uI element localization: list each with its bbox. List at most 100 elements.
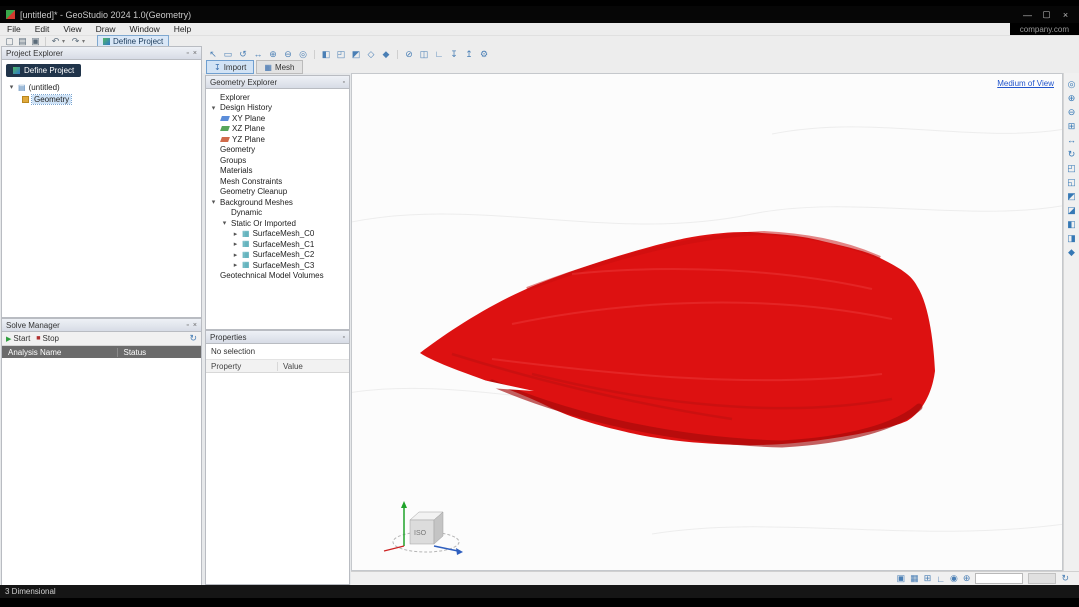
menu-window[interactable]: Window bbox=[122, 24, 166, 34]
zoom-in-icon[interactable]: ⊕ bbox=[266, 49, 280, 60]
undo-caret-icon[interactable]: ▾ bbox=[62, 38, 69, 45]
zoom-out-icon[interactable]: ⊖ bbox=[281, 49, 295, 60]
tree-item-background-meshes[interactable]: ▾ Background Meshes bbox=[206, 197, 349, 208]
separator bbox=[397, 50, 398, 59]
geometry-explorer-panel: Geometry Explorer ▫ Explorer ▾ Design Hi… bbox=[205, 75, 350, 330]
expander-icon[interactable]: ▾ bbox=[210, 104, 217, 112]
zoom-fit-icon[interactable]: ◎ bbox=[296, 49, 310, 60]
zoom-out-icon[interactable]: ⊖ bbox=[1068, 107, 1076, 117]
measure-icon[interactable]: ∟ bbox=[432, 49, 446, 59]
tree-item-geometry[interactable]: Geometry bbox=[8, 93, 201, 105]
menu-file[interactable]: File bbox=[0, 24, 28, 34]
tree-item-static-or-imported[interactable]: ▾ Static Or Imported bbox=[206, 218, 349, 229]
view-bottom-icon[interactable]: ◱ bbox=[1067, 177, 1076, 187]
section-icon[interactable]: ◫ bbox=[417, 49, 431, 60]
import-tab-icon: ↧ bbox=[214, 63, 221, 72]
view-front-icon[interactable]: ◧ bbox=[319, 49, 333, 60]
close-panel-icon[interactable]: × bbox=[193, 50, 197, 57]
view-left-icon[interactable]: ◩ bbox=[1067, 191, 1076, 201]
tree-item-design-history[interactable]: ▾ Design History bbox=[206, 103, 349, 114]
close-panel-icon[interactable]: × bbox=[193, 322, 197, 329]
tree-item-surfacemesh-c0[interactable]: ▸ ▦ SurfaceMesh_C0 bbox=[206, 229, 349, 240]
define-project-button[interactable]: Define Project bbox=[6, 64, 81, 77]
view-front-icon[interactable]: ◧ bbox=[1067, 219, 1076, 229]
tab-import[interactable]: ↧ Import bbox=[206, 60, 254, 74]
view-top-icon[interactable]: ◰ bbox=[1067, 163, 1076, 173]
viewport-3d[interactable]: Medium of View bbox=[351, 73, 1063, 571]
tree-item-surfacemesh-c1[interactable]: ▸ ▦ SurfaceMesh_C1 bbox=[206, 239, 349, 250]
zoom-in-icon[interactable]: ⊕ bbox=[1068, 93, 1076, 103]
expander-icon[interactable]: ▾ bbox=[8, 83, 15, 91]
surface-mesh-red[interactable] bbox=[420, 232, 935, 445]
tree-item-untitled[interactable]: ▾ ▤ (untitled) bbox=[8, 81, 201, 93]
start-button[interactable]: ▶ Start bbox=[6, 334, 30, 343]
rotate-icon[interactable]: ↻ bbox=[1068, 149, 1076, 159]
redo-caret-icon[interactable]: ▾ bbox=[82, 38, 89, 45]
maximize-button[interactable]: ▢ bbox=[1039, 9, 1054, 20]
pin-icon[interactable]: ▫ bbox=[186, 322, 188, 329]
wireframe-icon[interactable]: ◇ bbox=[364, 49, 378, 60]
pan-icon[interactable]: ↔ bbox=[1067, 135, 1076, 145]
tree-item-xy-plane[interactable]: XY Plane bbox=[206, 113, 349, 124]
menu-view[interactable]: View bbox=[56, 24, 88, 34]
zoom-window-icon[interactable]: ⊞ bbox=[1068, 121, 1076, 131]
axes-toggle-icon[interactable]: ∟ bbox=[936, 574, 945, 584]
units-field[interactable] bbox=[1028, 573, 1056, 584]
tree-item-xz-plane[interactable]: XZ Plane bbox=[206, 124, 349, 135]
expander-icon[interactable]: ▾ bbox=[210, 198, 217, 206]
menu-help[interactable]: Help bbox=[167, 24, 198, 34]
menu-edit[interactable]: Edit bbox=[28, 24, 57, 34]
stop-button[interactable]: ■ Stop bbox=[36, 334, 59, 343]
pin-icon[interactable]: ▫ bbox=[343, 79, 345, 86]
box-select-icon[interactable]: ▭ bbox=[221, 49, 235, 60]
tree-item-mesh-constraints[interactable]: Mesh Constraints bbox=[206, 176, 349, 187]
tree-item-explorer[interactable]: Explorer bbox=[206, 92, 349, 103]
zoom-extents-icon[interactable]: ◎ bbox=[1068, 79, 1076, 89]
shaded-icon[interactable]: ◆ bbox=[379, 49, 393, 60]
view-iso-icon[interactable]: ◆ bbox=[1068, 247, 1075, 257]
layout-grid-icon[interactable]: ▦ bbox=[910, 573, 919, 584]
menu-draw[interactable]: Draw bbox=[89, 24, 123, 34]
tree-item-geometry-cleanup[interactable]: Geometry Cleanup bbox=[206, 187, 349, 198]
scale-field[interactable] bbox=[975, 573, 1023, 584]
select-icon[interactable]: ↖ bbox=[206, 49, 220, 60]
tree-item-groups[interactable]: Groups bbox=[206, 155, 349, 166]
settings-icon[interactable]: ⚙ bbox=[477, 49, 491, 60]
refresh-view-icon[interactable]: ↻ bbox=[1061, 573, 1069, 584]
view-iso-icon[interactable]: ◩ bbox=[349, 49, 363, 60]
expander-icon[interactable]: ▾ bbox=[221, 219, 228, 227]
mesh-tab-icon: ▦ bbox=[264, 63, 272, 72]
grid-toggle-icon[interactable]: ⊞ bbox=[924, 573, 932, 584]
pin-icon[interactable]: ▫ bbox=[186, 50, 188, 57]
view-right-icon[interactable]: ◪ bbox=[1067, 205, 1076, 215]
close-button[interactable]: × bbox=[1058, 10, 1073, 20]
expander-icon[interactable]: ▸ bbox=[232, 261, 239, 269]
expander-icon[interactable]: ▸ bbox=[232, 251, 239, 259]
expander-icon[interactable]: ▸ bbox=[232, 230, 239, 238]
tree-item-geometry[interactable]: Geometry bbox=[206, 145, 349, 156]
tree-item-yz-plane[interactable]: YZ Plane bbox=[206, 134, 349, 145]
layout-single-icon[interactable]: ▣ bbox=[897, 573, 906, 584]
tree-item-geotechnical-model-volumes[interactable]: Geotechnical Model Volumes bbox=[206, 271, 349, 282]
rotate-icon[interactable]: ↺ bbox=[236, 49, 250, 60]
import-icon[interactable]: ↧ bbox=[447, 49, 461, 60]
minimize-button[interactable]: — bbox=[1020, 10, 1035, 20]
pan-icon[interactable]: ↔ bbox=[251, 49, 265, 59]
tree-item-materials[interactable]: Materials bbox=[206, 166, 349, 177]
view-detail-link[interactable]: Medium of View bbox=[997, 79, 1054, 88]
tree-item-surfacemesh-c3[interactable]: ▸ ▦ SurfaceMesh_C3 bbox=[206, 260, 349, 271]
axis-triad[interactable]: ISO bbox=[384, 501, 463, 555]
column-value: Value bbox=[278, 362, 349, 371]
snap-icon[interactable]: ◉ bbox=[950, 573, 958, 584]
expander-icon[interactable]: ▸ bbox=[232, 240, 239, 248]
tab-mesh[interactable]: ▦ Mesh bbox=[256, 60, 302, 74]
tree-item-dynamic[interactable]: Dynamic bbox=[206, 208, 349, 219]
hide-icon[interactable]: ⊘ bbox=[402, 49, 416, 60]
export-icon[interactable]: ↥ bbox=[462, 49, 476, 60]
refresh-icon[interactable]: ↻ bbox=[189, 333, 197, 344]
pin-icon[interactable]: ▫ bbox=[343, 334, 345, 341]
view-top-icon[interactable]: ◰ bbox=[334, 49, 348, 60]
view-back-icon[interactable]: ◨ bbox=[1067, 233, 1076, 243]
zoom-selection-icon[interactable]: ⊕ bbox=[963, 573, 971, 584]
tree-item-surfacemesh-c2[interactable]: ▸ ▦ SurfaceMesh_C2 bbox=[206, 250, 349, 261]
